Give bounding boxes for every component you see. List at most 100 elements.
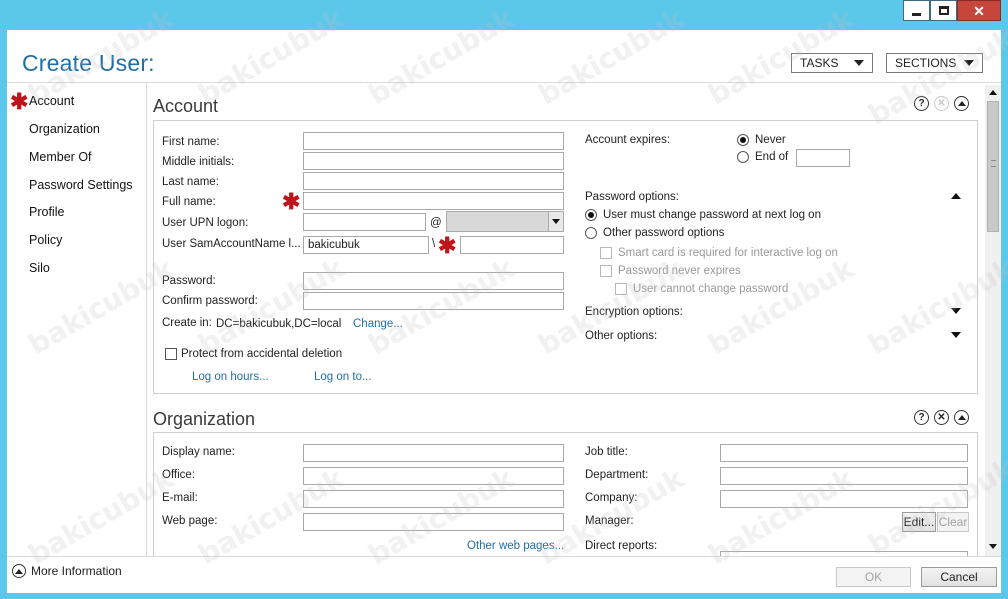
required-asterisk-icon: ✱ (282, 189, 301, 214)
close-section-icon: ✕ (934, 96, 949, 111)
protect-checkbox[interactable] (165, 348, 177, 360)
scrollbar[interactable] (985, 85, 1001, 556)
sam-account-field[interactable]: bakicubuk (303, 236, 429, 254)
scroll-up-icon[interactable] (989, 90, 997, 95)
cannot-change-checkbox[interactable] (615, 283, 627, 295)
create-user-window: Create User: TASKS SECTIONS ✱ Account Or… (7, 30, 1001, 593)
minimize-button[interactable] (903, 0, 930, 21)
web-page-label: Web page: (162, 515, 218, 527)
password-field[interactable] (303, 272, 564, 290)
change-link[interactable]: Change... (353, 318, 403, 330)
at-sign: @ (430, 217, 442, 229)
smart-card-checkbox[interactable] (600, 247, 612, 259)
job-title-field[interactable] (720, 444, 968, 462)
create-in-label: Create in: (162, 317, 212, 329)
clear-manager-button[interactable]: Clear (937, 512, 969, 532)
never-expires-label: Password never expires (618, 265, 741, 277)
required-asterisk-icon: ✱ (10, 89, 29, 114)
sam-account-label: User SamAccountName l... (162, 238, 301, 250)
email-field[interactable] (303, 490, 564, 508)
direct-reports-label: Direct reports: (585, 540, 658, 552)
sections-label: SECTIONS (895, 56, 957, 70)
expand-arrow-icon[interactable] (951, 332, 961, 338)
sam-domain-field[interactable] (460, 236, 564, 254)
sidebar-divider (146, 82, 147, 556)
sidebar-item-policy[interactable]: Policy (29, 233, 62, 247)
end-of-date-field[interactable] (796, 149, 850, 167)
header-divider (7, 82, 1001, 83)
upn-logon-label: User UPN logon: (162, 217, 249, 229)
last-name-label: Last name: (162, 176, 219, 188)
help-icon[interactable]: ? (914, 410, 929, 425)
sidebar-item-profile[interactable]: Profile (29, 205, 64, 219)
tasks-label: TASKS (800, 56, 839, 70)
cancel-button[interactable]: Cancel (921, 567, 997, 587)
more-information-toggle[interactable]: More Information (12, 563, 122, 579)
edit-manager-button[interactable]: Edit... (902, 512, 936, 532)
chevron-up-icon (12, 564, 26, 578)
sections-dropdown[interactable]: SECTIONS (886, 53, 983, 73)
page-title: Create User: (22, 50, 155, 76)
ok-button[interactable]: OK (836, 567, 911, 587)
office-field[interactable] (303, 467, 564, 485)
sidebar-item-password-settings[interactable]: Password Settings (29, 178, 133, 192)
middle-initials-field[interactable] (303, 152, 564, 170)
never-label: Never (755, 134, 786, 146)
maximize-icon (938, 6, 949, 15)
edit-label: Edit... (903, 515, 935, 529)
full-name-field[interactable] (303, 192, 564, 210)
upn-logon-field[interactable] (303, 213, 426, 231)
collapse-arrow-icon[interactable] (951, 193, 961, 199)
upn-domain-select[interactable] (446, 211, 564, 232)
sidebar-item-label: Account (29, 94, 75, 108)
scrollbar-thumb[interactable] (987, 101, 999, 232)
company-field[interactable] (720, 490, 968, 508)
organization-section-title: Organization (153, 409, 256, 429)
collapse-icon[interactable] (954, 96, 969, 111)
sidebar-item-account[interactable]: Account (29, 94, 74, 108)
logon-to-link[interactable]: Log on to... (314, 371, 372, 383)
must-change-radio[interactable] (585, 209, 597, 221)
web-page-field[interactable] (303, 513, 564, 531)
close-section-icon[interactable]: ✕ (934, 410, 949, 425)
maximize-button[interactable] (930, 0, 957, 21)
first-name-field[interactable] (303, 132, 564, 150)
logon-hours-link[interactable]: Log on hours... (192, 371, 269, 383)
sidebar-item-label: Policy (29, 233, 63, 247)
account-section-title: Account (153, 96, 219, 116)
sidebar-item-label: Password Settings (29, 178, 133, 192)
last-name-field[interactable] (303, 172, 564, 190)
smart-card-label: Smart card is required for interactive l… (618, 247, 838, 259)
help-icon[interactable]: ? (914, 96, 929, 111)
other-web-pages-link[interactable]: Other web pages... (467, 540, 564, 552)
ok-label: OK (864, 570, 883, 584)
department-field[interactable] (720, 467, 968, 485)
cancel-label: Cancel (940, 570, 978, 584)
protect-label: Protect from accidental deletion (181, 348, 343, 360)
sidebar-item-organization[interactable]: Organization (29, 122, 100, 136)
collapse-icon[interactable] (954, 410, 969, 425)
display-name-field[interactable] (303, 444, 564, 462)
sidebar-item-silo[interactable]: Silo (29, 261, 50, 275)
expires-end-of-radio[interactable] (737, 151, 749, 163)
scroll-down-icon[interactable] (989, 544, 997, 549)
other-password-radio[interactable] (585, 227, 597, 239)
minimize-icon (912, 12, 921, 16)
expand-arrow-icon[interactable] (951, 308, 961, 314)
middle-initials-label: Middle initials: (162, 156, 235, 168)
never-expires-checkbox[interactable] (600, 265, 612, 277)
other-options-label: Other options: (585, 330, 658, 342)
password-options-label: Password options: (585, 191, 679, 203)
confirm-password-field[interactable] (303, 292, 564, 310)
more-information-label: More Information (31, 564, 122, 578)
first-name-label: First name: (162, 136, 220, 148)
clear-label: Clear (938, 515, 968, 529)
close-button[interactable]: ✕ (957, 0, 1001, 21)
expires-never-radio[interactable] (737, 134, 749, 146)
office-label: Office: (162, 469, 196, 481)
cannot-change-label: User cannot change password (633, 283, 789, 295)
required-asterisk-icon: ✱ (438, 233, 457, 258)
tasks-dropdown[interactable]: TASKS (791, 53, 873, 73)
create-in-value: DC=bakicubuk,DC=local (216, 318, 342, 330)
sidebar-item-member-of[interactable]: Member Of (29, 150, 92, 164)
